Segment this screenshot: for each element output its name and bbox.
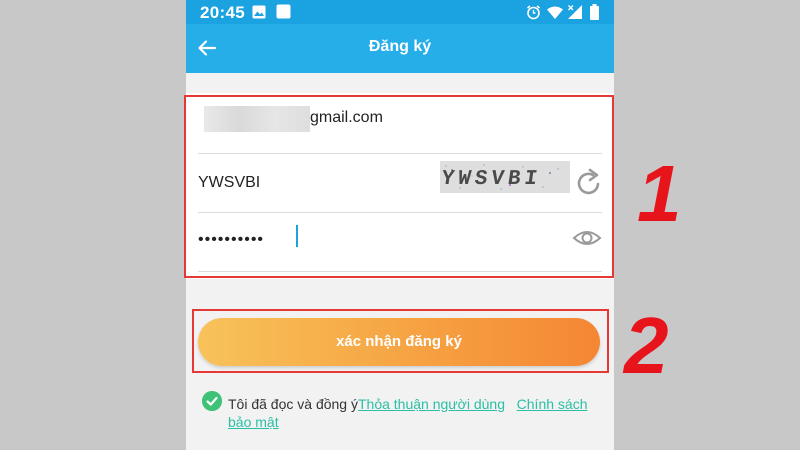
check-circle-icon[interactable] [202,391,222,411]
status-bar: 20:45 [186,0,614,24]
annotation-step-2: 2 [624,301,669,390]
battery-icon [590,4,599,20]
status-time: 20:45 [200,3,245,22]
terms-text: Tôi đã đọc và đồng ýThỏa thuận người dùn… [228,395,598,431]
register-confirm-button[interactable]: xác nhận đăng ký [198,318,600,366]
app-bar: Đăng ký [186,24,614,73]
alarm-icon [527,5,540,20]
annotation-step-1: 1 [637,149,682,238]
highlight-box-form [184,95,614,278]
terms-prefix: Tôi đã đọc và đồng ý [228,396,358,412]
user-agreement-link[interactable]: Thỏa thuận người dùng [358,396,505,412]
image-icon [252,5,266,19]
signal-icon [568,5,582,19]
notification-square-icon [276,4,291,19]
page-title: Đăng ký [368,38,432,55]
wifi-icon [547,6,563,19]
